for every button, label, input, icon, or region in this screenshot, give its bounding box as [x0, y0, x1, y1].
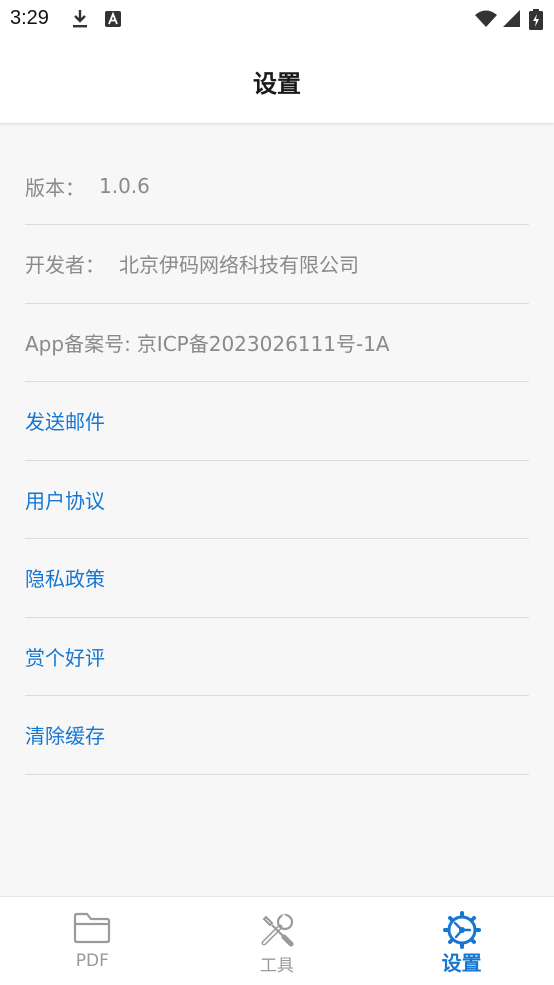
battery-charging-icon: [529, 9, 543, 30]
app-header: 设置: [0, 38, 554, 124]
tab-settings[interactable]: 设置: [369, 897, 554, 985]
tab-pdf[interactable]: PDF: [0, 897, 185, 985]
version-value: 1.0.6: [99, 174, 150, 198]
download-icon: [73, 10, 87, 28]
folder-icon: [74, 912, 111, 944]
tab-tools[interactable]: 工具: [185, 897, 370, 985]
page-title: 设置: [253, 70, 301, 98]
developer-value: 北京伊码网络科技有限公司: [119, 253, 359, 278]
user-agreement-item[interactable]: 用户协议: [25, 461, 529, 539]
tab-settings-label: 设置: [441, 951, 482, 975]
tab-pdf-label: PDF: [75, 951, 109, 971]
icp-label: App备案号:: [25, 331, 131, 356]
settings-list: 版本： 1.0.6 开发者： 北京伊码网络科技有限公司 App备案号: 京ICP…: [25, 148, 529, 775]
icp-value: 京ICP备2023026111号-1A: [136, 331, 390, 356]
wifi-icon: [475, 10, 497, 27]
signal-icon: [503, 10, 520, 27]
developer-row: 开发者： 北京伊码网络科技有限公司: [25, 225, 529, 304]
developer-label: 开发者：: [25, 253, 105, 278]
rate-app-item[interactable]: 赏个好评: [25, 618, 529, 696]
version-label: 版本：: [25, 175, 85, 200]
icp-row: App备案号: 京ICP备2023026111号-1A: [25, 304, 529, 382]
status-time: 3:29: [10, 7, 49, 29]
a-notification-icon: [105, 11, 121, 27]
tools-icon: [261, 913, 294, 947]
send-email-item[interactable]: 发送邮件: [25, 382, 529, 461]
privacy-policy-item[interactable]: 隐私政策: [25, 539, 529, 618]
version-row: 版本： 1.0.6: [25, 148, 529, 225]
tab-tools-label: 工具: [260, 956, 294, 976]
status-bar: 3:29: [0, 0, 554, 38]
clear-cache-item[interactable]: 清除缓存: [25, 696, 529, 775]
settings-gear-icon: [442, 911, 481, 949]
bottom-tab-bar: PDF 工具 设置: [0, 896, 554, 985]
